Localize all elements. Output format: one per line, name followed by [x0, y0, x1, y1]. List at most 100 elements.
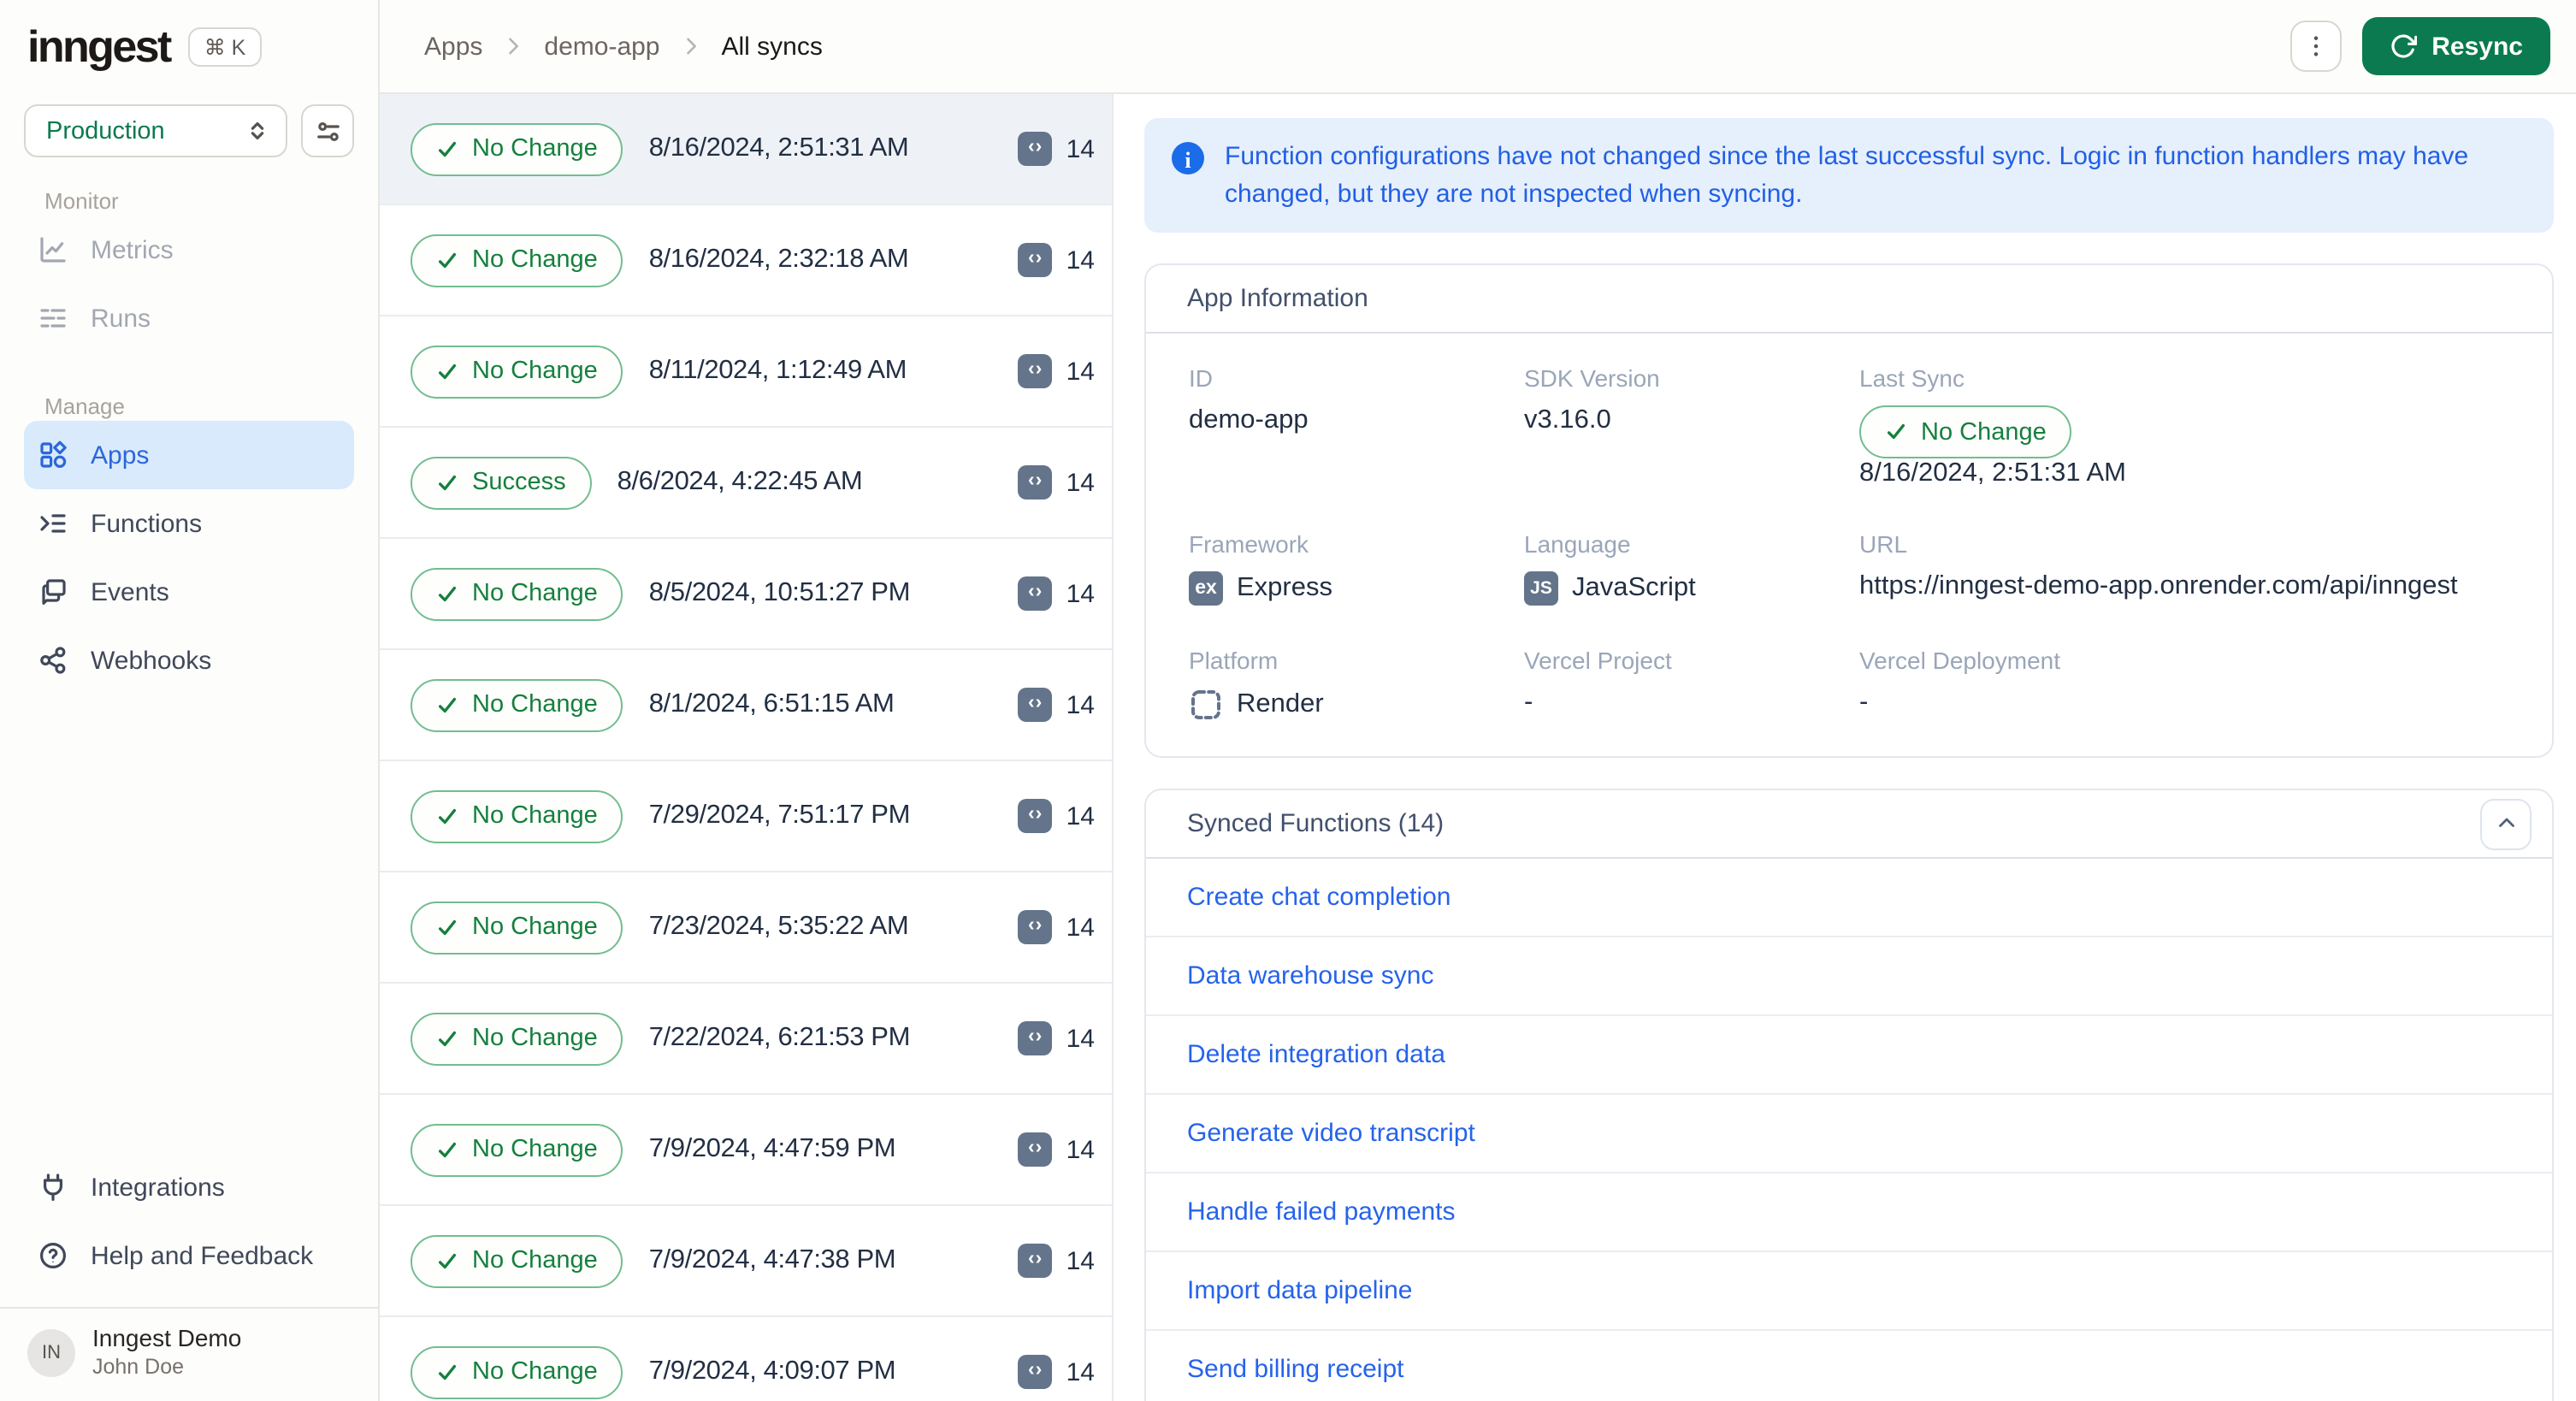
- resync-label: Resync: [2431, 32, 2523, 61]
- function-count: 14: [1066, 134, 1095, 163]
- nav-section-manage: Manage: [44, 393, 125, 418]
- more-options-button[interactable]: [2289, 21, 2342, 72]
- code-icon: ‹›: [1018, 910, 1053, 944]
- field-last-sync: Last Sync No Change 8/16/2024, 2:51:31 A…: [1859, 364, 2509, 489]
- function-link[interactable]: Import data pipeline: [1146, 1252, 2552, 1331]
- resync-button[interactable]: Resync: [2361, 17, 2550, 75]
- app-information-title: App Information: [1187, 284, 1368, 313]
- environment-select[interactable]: Production: [24, 104, 287, 157]
- field-vercel-project: Vercel Project -: [1524, 647, 1672, 717]
- check-icon: [436, 1027, 458, 1049]
- sidebar-bottom: Integrations Help and Feedback IN Innges…: [0, 1153, 378, 1401]
- sync-timestamp: 7/22/2024, 6:21:53 PM: [648, 1023, 911, 1052]
- sync-list-item[interactable]: No Change 7/9/2024, 4:47:59 PM ‹› 14: [380, 1095, 1112, 1206]
- sync-status-badge: No Change: [472, 1247, 598, 1274]
- synced-functions-list: Create chat completion Data warehouse sy…: [1146, 859, 2552, 1401]
- command-k-shortcut-button[interactable]: ⌘ K: [188, 27, 262, 67]
- sync-status-badge: No Change: [472, 135, 598, 163]
- sync-timestamp: 8/11/2024, 1:12:49 AM: [648, 356, 907, 385]
- function-count: 14: [1066, 801, 1095, 831]
- account-org-name: Inngest Demo: [92, 1324, 242, 1351]
- account-user-name: John Doe: [92, 1355, 185, 1379]
- check-icon: [1885, 421, 1907, 443]
- check-icon: [436, 249, 458, 271]
- sidebar-item-runs[interactable]: Runs: [24, 284, 354, 352]
- metrics-chart-icon: [38, 234, 68, 265]
- sidebar-item-functions[interactable]: Functions: [24, 489, 354, 558]
- sync-timestamp: 7/9/2024, 4:09:07 PM: [648, 1357, 896, 1386]
- sync-status-badge: No Change: [472, 1358, 598, 1386]
- breadcrumb-demo-app[interactable]: demo-app: [544, 32, 659, 61]
- synced-functions-card: Synced Functions (14) Create chat comple…: [1144, 789, 2554, 1401]
- sync-timestamp: 8/16/2024, 2:32:18 AM: [648, 245, 909, 274]
- sync-list-item[interactable]: No Change 8/16/2024, 2:51:31 AM ‹› 14: [380, 94, 1112, 205]
- sync-list-item[interactable]: No Change 8/16/2024, 2:32:18 AM ‹› 14: [380, 205, 1112, 316]
- check-icon: [436, 138, 458, 160]
- account-menu[interactable]: IN Inngest Demo John Doe: [0, 1307, 378, 1401]
- sync-list-item[interactable]: No Change 7/9/2024, 4:09:07 PM ‹› 14: [380, 1317, 1112, 1401]
- sync-list-item[interactable]: No Change 7/29/2024, 7:51:17 PM ‹› 14: [380, 761, 1112, 872]
- function-link[interactable]: Generate video transcript: [1146, 1095, 2552, 1173]
- sync-status-badge: No Change: [472, 802, 598, 830]
- sidebar-item-metrics[interactable]: Metrics: [24, 216, 354, 284]
- sidebar-item-help[interactable]: Help and Feedback: [24, 1221, 354, 1290]
- sidebar: inngest ⌘ K Production Monitor Metrics R…: [0, 0, 380, 1401]
- sync-list-item[interactable]: No Change 8/1/2024, 6:51:15 AM ‹› 14: [380, 650, 1112, 761]
- code-icon: ‹›: [1018, 1244, 1053, 1278]
- breadcrumb-apps[interactable]: Apps: [424, 32, 482, 61]
- app-window: inngest ⌘ K Production Monitor Metrics R…: [0, 0, 2576, 1401]
- sync-timestamp: 8/6/2024, 4:22:45 AM: [617, 467, 863, 496]
- sync-list-item[interactable]: Success 8/6/2024, 4:22:45 AM ‹› 14: [380, 428, 1112, 539]
- check-icon: [436, 694, 458, 716]
- sync-list-item[interactable]: No Change 7/23/2024, 5:35:22 AM ‹› 14: [380, 872, 1112, 984]
- field-url: URL https://inngest-demo-app.onrender.co…: [1859, 530, 2509, 606]
- sync-timestamp: 7/29/2024, 7:51:17 PM: [648, 801, 911, 830]
- sidebar-item-webhooks[interactable]: Webhooks: [24, 626, 354, 695]
- sidebar-item-label: Apps: [91, 440, 150, 470]
- sync-status-badge: No Change: [472, 913, 598, 941]
- express-logo-icon: ex: [1189, 571, 1223, 606]
- function-link[interactable]: Handle failed payments: [1146, 1173, 2552, 1252]
- function-link[interactable]: Delete integration data: [1146, 1016, 2552, 1095]
- function-link[interactable]: Send billing receipt: [1146, 1331, 2552, 1401]
- sliders-icon: [314, 117, 341, 145]
- code-icon: ‹›: [1018, 799, 1053, 833]
- kebab-menu-icon: [2301, 33, 2329, 60]
- framework-value: Express: [1237, 573, 1332, 602]
- function-count: 14: [1066, 690, 1095, 719]
- sync-list-item[interactable]: No Change 8/5/2024, 10:51:27 PM ‹› 14: [380, 539, 1112, 650]
- function-link[interactable]: Create chat completion: [1146, 859, 2552, 937]
- webhooks-nodes-icon: [38, 645, 68, 676]
- sidebar-item-integrations[interactable]: Integrations: [24, 1153, 354, 1221]
- sidebar-item-apps[interactable]: Apps: [24, 421, 354, 489]
- sidebar-item-events[interactable]: Events: [24, 558, 354, 626]
- inngest-logo: inngest: [27, 21, 172, 72]
- check-icon: [436, 471, 458, 494]
- apps-shapes-icon: [38, 440, 68, 470]
- last-sync-time: 8/16/2024, 2:51:31 AM: [1859, 458, 2126, 488]
- check-icon: [436, 1361, 458, 1383]
- code-icon: ‹›: [1018, 243, 1053, 277]
- check-icon: [436, 582, 458, 605]
- check-icon: [436, 360, 458, 382]
- field-language: Language JS JavaScript: [1524, 530, 1859, 606]
- sync-list-item[interactable]: No Change 7/22/2024, 6:21:53 PM ‹› 14: [380, 984, 1112, 1095]
- sync-status-badge: No Change: [472, 246, 598, 274]
- collapse-button[interactable]: [2480, 798, 2532, 849]
- function-link[interactable]: Data warehouse sync: [1146, 937, 2552, 1016]
- function-count: 14: [1066, 579, 1095, 608]
- sync-list-item[interactable]: No Change 8/11/2024, 1:12:49 AM ‹› 14: [380, 316, 1112, 428]
- code-icon: ‹›: [1018, 688, 1053, 722]
- sync-list-item[interactable]: No Change 7/9/2024, 4:47:38 PM ‹› 14: [380, 1206, 1112, 1317]
- check-icon: [436, 1250, 458, 1272]
- environment-settings-button[interactable]: [301, 104, 354, 157]
- sync-status-badge: Success: [472, 469, 566, 496]
- top-bar: Apps demo-app All syncs Resync: [380, 0, 2576, 94]
- synced-functions-title: Synced Functions (14): [1187, 809, 1445, 838]
- function-count: 14: [1066, 913, 1095, 942]
- check-icon: [436, 1138, 458, 1161]
- code-icon: ‹›: [1018, 465, 1053, 500]
- code-icon: ‹›: [1018, 1021, 1053, 1055]
- info-banner-text: Function configurations have not changed…: [1225, 142, 2469, 208]
- function-count: 14: [1066, 1246, 1095, 1275]
